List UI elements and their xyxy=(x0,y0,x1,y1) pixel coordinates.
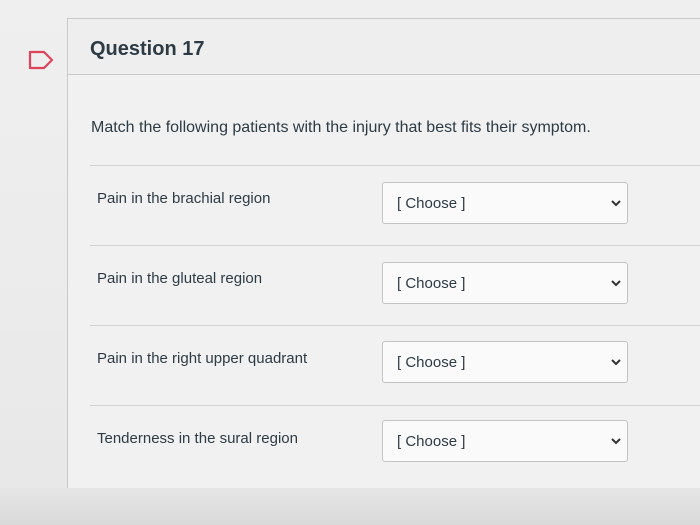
select-value: [ Choose ] xyxy=(397,195,466,212)
question-header: Question 17 xyxy=(68,19,700,75)
flag-icon[interactable] xyxy=(28,50,54,70)
match-prompt: Pain in the right upper quadrant xyxy=(97,350,308,367)
page-bottom-edge xyxy=(0,488,700,525)
question-card: Question 17 Match the following patients… xyxy=(67,18,700,508)
row-divider xyxy=(90,245,700,246)
chevron-down-icon xyxy=(611,438,621,445)
match-prompt: Pain in the gluteal region xyxy=(97,270,263,287)
question-title: Question 17 xyxy=(90,38,205,60)
flag-column xyxy=(0,18,67,518)
select-value: [ Choose ] xyxy=(397,354,466,371)
row-divider xyxy=(90,325,700,326)
row-divider xyxy=(90,405,700,406)
question-instructions: Match the following patients with the in… xyxy=(91,119,591,136)
chevron-down-icon xyxy=(611,359,621,366)
chevron-down-icon xyxy=(611,200,621,207)
match-prompt: Pain in the brachial region xyxy=(97,190,271,207)
match-prompt: Tenderness in the sural region xyxy=(97,430,298,447)
match-select[interactable]: [ Choose ] xyxy=(382,420,628,462)
match-select[interactable]: [ Choose ] xyxy=(382,341,628,383)
match-select[interactable]: [ Choose ] xyxy=(382,182,628,224)
row-divider xyxy=(90,165,700,166)
quiz-page: Question 17 Match the following patients… xyxy=(0,0,700,525)
match-select[interactable]: [ Choose ] xyxy=(382,262,628,304)
select-value: [ Choose ] xyxy=(397,275,466,292)
chevron-down-icon xyxy=(611,280,621,287)
select-value: [ Choose ] xyxy=(397,433,466,450)
